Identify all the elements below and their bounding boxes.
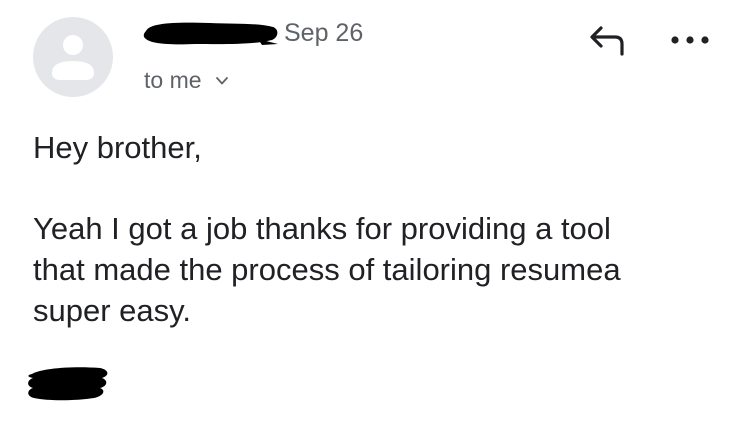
email-body: Hey brother, Yeah I got a job thanks for…	[33, 127, 723, 331]
email-greeting: Hey brother,	[33, 130, 202, 165]
recipient-label: to me	[144, 67, 202, 93]
reply-button[interactable]	[585, 20, 629, 60]
reply-arrow-icon	[590, 26, 624, 56]
signature-redacted	[24, 360, 112, 404]
sender-avatar[interactable]	[33, 17, 113, 97]
chevron-down-icon	[215, 77, 228, 85]
more-options-button[interactable]	[664, 24, 716, 56]
sender-name-redacted	[140, 17, 280, 49]
email-date: Sep 26	[284, 19, 364, 47]
recipient-details-toggle[interactable]: to me	[144, 65, 230, 95]
email-message: Yeah I got a job thanks for providing a …	[33, 211, 621, 328]
person-icon	[52, 35, 94, 80]
more-horizontal-icon	[671, 36, 709, 44]
